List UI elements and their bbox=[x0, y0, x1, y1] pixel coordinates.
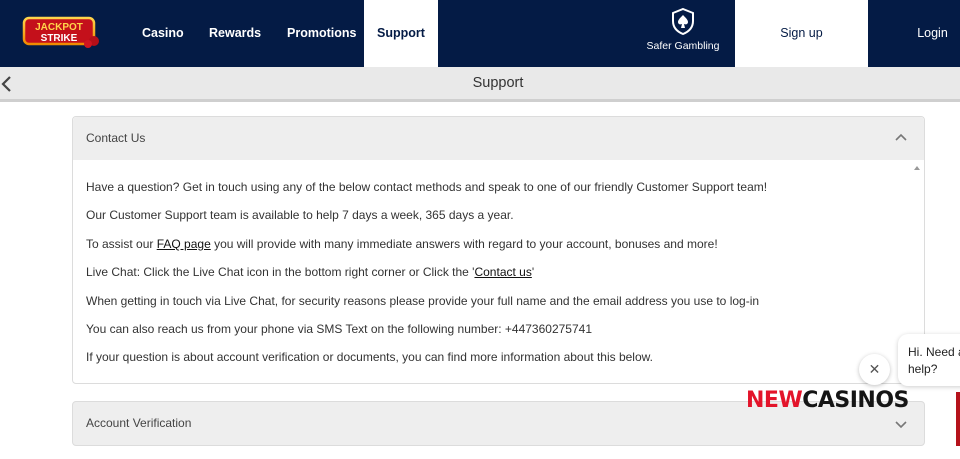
page-title: Support bbox=[472, 75, 524, 91]
contact-line: To assist our FAQ page you will provide … bbox=[86, 236, 718, 251]
newcasinos-watermark: NEWCASINOS bbox=[746, 388, 909, 413]
svg-text:JACKPOT: JACKPOT bbox=[35, 22, 83, 33]
contact-us-accordion: Contact Us Have a question? Get in touch… bbox=[72, 116, 925, 384]
contact-us-header[interactable]: Contact Us bbox=[73, 117, 924, 160]
contact-line: Live Chat: Click the Live Chat icon in t… bbox=[86, 265, 535, 280]
contact-line: When getting in touch via Live Chat, for… bbox=[86, 293, 760, 308]
chevron-down-icon[interactable] bbox=[894, 419, 908, 429]
contact-us-link[interactable]: Contact us bbox=[474, 265, 531, 279]
chat-close-button[interactable]: ✕ bbox=[859, 354, 890, 385]
nav-support[interactable]: Support bbox=[364, 0, 438, 67]
top-navigation: JACKPOT STRIKE Casino Rewards Promotions… bbox=[0, 0, 960, 67]
login-button[interactable]: Login bbox=[905, 0, 960, 67]
chat-widget-edge[interactable] bbox=[956, 392, 960, 446]
page-header-bar: Support bbox=[0, 67, 960, 102]
contact-line: If your question is about account verifi… bbox=[86, 350, 653, 365]
account-verification-title: Account Verification bbox=[86, 416, 192, 430]
svg-text:STRIKE: STRIKE bbox=[41, 33, 78, 44]
contact-line: You can also reach us from your phone vi… bbox=[86, 322, 592, 337]
spade-shield-icon bbox=[672, 8, 694, 35]
faq-page-link[interactable]: FAQ page bbox=[157, 237, 211, 251]
contact-us-title: Contact Us bbox=[86, 131, 146, 145]
jackpot-strike-logo[interactable]: JACKPOT STRIKE bbox=[22, 14, 102, 50]
safer-gambling-link[interactable]: Safer Gambling bbox=[640, 8, 726, 60]
contact-us-content: Have a question? Get in touch using any … bbox=[86, 173, 906, 372]
chevron-up-icon[interactable] bbox=[894, 132, 908, 142]
safer-gambling-label: Safer Gambling bbox=[646, 40, 720, 52]
nav-casino[interactable]: Casino bbox=[142, 0, 184, 67]
nav-rewards[interactable]: Rewards bbox=[209, 0, 261, 67]
nav-promotions[interactable]: Promotions bbox=[287, 0, 356, 67]
chat-prompt-bubble[interactable]: Hi. Need any help? bbox=[898, 334, 960, 386]
contact-line: Have a question? Get in touch using any … bbox=[86, 180, 768, 194]
contact-line: Our Customer Support team is available t… bbox=[86, 208, 514, 223]
signup-button[interactable]: Sign up bbox=[735, 0, 868, 67]
